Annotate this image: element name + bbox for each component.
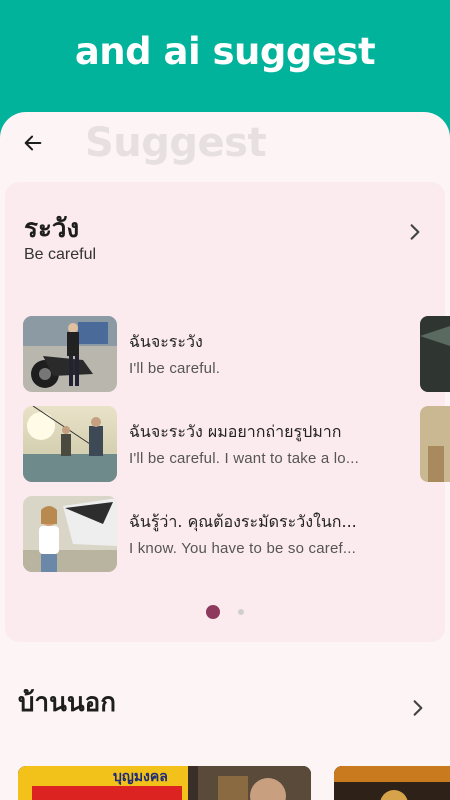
example-english: I'll be careful. [129,360,221,377]
word-title: ระวัง [24,214,80,244]
pager-dot-active[interactable] [206,605,220,619]
word-card[interactable]: ระวัง Be careful ฉันจะระวัง I'll be care… [5,182,450,642]
example-thumbnail-fishing [23,406,117,482]
example-thai: ฉันจะระวัง ผมอยากถ่ายรูปมาก [129,422,342,441]
media-caption: บุญมงคล [113,769,168,785]
example-row[interactable]: ฉันจะระวัง I'll be careful. [23,316,450,392]
example-thai: ฉันรู้ว่า. คุณต้องระมัดระวังในก... [129,512,357,531]
example-thumbnail-motorcycle [23,316,117,392]
pager-dot[interactable] [238,609,244,615]
media-thumbnail[interactable] [334,766,450,800]
example-row[interactable]: ฉันรู้ว่า. คุณต้องระมัดระวังในก... I kno… [23,496,443,572]
media-thumbnail[interactable]: บุญมงคล [18,766,311,800]
example-english: I know. You have to be so caref... [129,540,356,557]
word-translation: Be careful [24,246,97,263]
example-english: I'll be careful. I want to take a lo... [129,450,359,467]
chevron-right-icon[interactable] [408,698,428,718]
arrow-left-icon [24,135,42,151]
next-card-peek [420,406,450,482]
app-screen: Suggest ระวัง Be careful ฉันจะระวัง I'll… [0,112,450,800]
section-title: บ้านนอก [18,688,117,718]
chevron-right-icon[interactable] [405,222,425,242]
next-card-peek [420,316,450,392]
promo-banner: and ai suggest [0,0,450,130]
page-title: Suggest [85,120,267,166]
pager-dots [5,605,445,619]
banner-title: and ai suggest [74,30,376,73]
example-thai: ฉันจะระวัง [129,332,203,351]
example-thumbnail-car-breakdown [23,496,117,572]
example-row[interactable]: ฉันจะระวัง ผมอยากถ่ายรูปมาก I'll be care… [23,406,450,482]
back-button[interactable] [18,128,48,158]
